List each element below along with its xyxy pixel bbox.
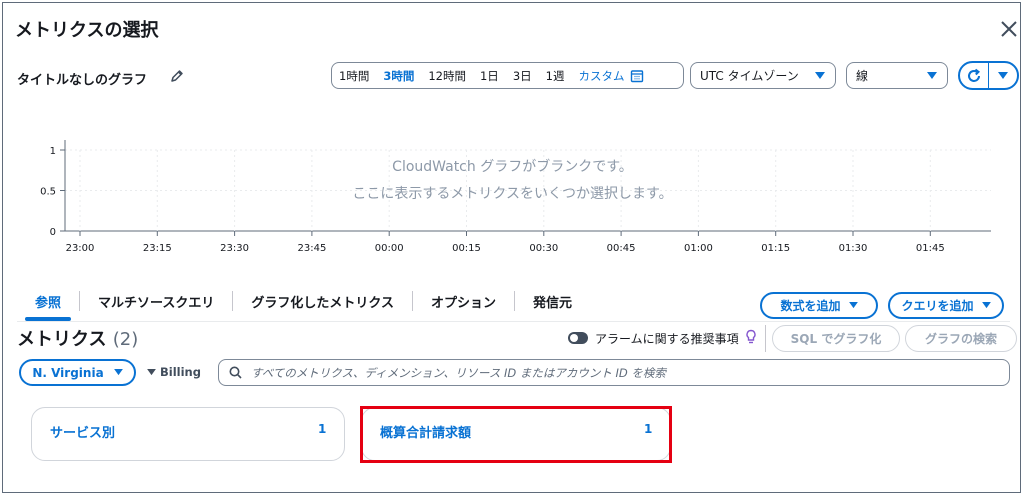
highlight-annotation <box>360 406 672 463</box>
chart-type-value: 線 <box>856 69 869 83</box>
x-tick-label: 00:15 <box>452 243 481 254</box>
empty-chart-hint: ここに表示するメトリクスをいくつか選択します。 <box>352 186 673 202</box>
x-tick-label: 00:00 <box>375 243 404 254</box>
alarm-recommendations-toggle[interactable] <box>568 332 588 344</box>
graph-search-button[interactable]: グラフの検索 <box>905 325 1017 352</box>
metric-card-count: 1 <box>318 422 327 436</box>
close-icon[interactable] <box>998 18 1020 40</box>
modal-title: メトリクスの選択 <box>15 20 159 41</box>
timezone-select[interactable]: UTC タイムゾーン <box>690 62 836 89</box>
pencil-icon[interactable] <box>170 69 184 83</box>
tab-source[interactable]: 発信元 <box>515 281 590 321</box>
alarm-recommendations-label: アラームに関する推奨事項 <box>595 332 739 346</box>
x-tick-label: 23:45 <box>297 243 326 254</box>
timezone-value: UTC タイムゾーン <box>700 69 799 83</box>
refresh-interval-dropdown[interactable] <box>989 63 1017 88</box>
chart-type-select[interactable]: 線 <box>846 62 948 89</box>
toolbar-divider <box>765 325 766 352</box>
metrics-count: (2) <box>112 329 139 350</box>
time-range-selector: 1時間 3時間 12時間 1日 3日 1週 カスタム <box>331 62 684 89</box>
metrics-heading: メトリクス (2) <box>17 325 138 351</box>
calendar-icon[interactable] <box>630 69 644 83</box>
metric-card-label: サービス別 <box>50 426 116 441</box>
x-tick-label: 01:30 <box>839 243 868 254</box>
x-tick-label: 23:30 <box>220 243 249 254</box>
caret-down-icon <box>848 302 858 309</box>
refresh-button-group <box>958 61 1019 90</box>
metrics-heading-text: メトリクス <box>17 329 107 350</box>
tabs-divider <box>17 321 1010 322</box>
metrics-modal: メトリクスの選択 タイトルなしのグラフ 1時間 3時間 12時間 1日 3日 1… <box>2 2 1021 493</box>
caret-down-icon <box>927 72 937 79</box>
breadcrumb-label: Billing <box>160 365 201 379</box>
time-range-1h[interactable]: 1時間 <box>332 68 376 84</box>
search-icon <box>229 366 242 379</box>
metrics-search <box>218 359 1010 386</box>
x-tick-label: 00:30 <box>529 243 558 254</box>
graph-title: タイトルなしのグラフ <box>17 73 148 88</box>
time-range-custom[interactable]: カスタム <box>571 68 628 84</box>
lightbulb-icon <box>746 329 756 344</box>
metrics-tabs: 参照 マルチソースクエリ グラフ化したメトリクス オプション 発信元 <box>17 281 590 321</box>
caret-down-icon <box>815 72 825 79</box>
y-tick-label: 0 <box>50 227 56 238</box>
x-tick-label: 01:00 <box>684 243 713 254</box>
refresh-icon <box>968 68 981 82</box>
add-math-label: 数式を追加 <box>780 299 841 313</box>
breadcrumb-billing[interactable]: Billing <box>147 365 201 379</box>
add-math-button[interactable]: 数式を追加 <box>760 292 878 319</box>
x-tick-label: 01:15 <box>761 243 790 254</box>
tab-browse[interactable]: 参照 <box>17 281 79 321</box>
time-range-12h[interactable]: 12時間 <box>421 68 473 84</box>
empty-chart-message: CloudWatch グラフがブランクです。 <box>392 159 633 175</box>
caret-down-icon <box>981 302 991 309</box>
metric-card-by-service[interactable]: サービス別 1 <box>31 407 345 461</box>
time-range-1w[interactable]: 1週 <box>539 68 572 84</box>
x-tick-label: 23:00 <box>66 243 95 254</box>
add-query-button[interactable]: クエリを追加 <box>888 292 1004 319</box>
metrics-search-input[interactable] <box>251 365 991 380</box>
time-range-3h[interactable]: 3時間 <box>376 68 421 84</box>
x-tick-label: 23:15 <box>143 243 172 254</box>
region-value: N. Virginia <box>32 365 104 380</box>
tab-options[interactable]: オプション <box>413 281 514 321</box>
time-range-1d[interactable]: 1日 <box>473 68 506 84</box>
add-query-label: クエリを追加 <box>901 299 974 313</box>
tab-multi-source-query[interactable]: マルチソースクエリ <box>80 281 232 321</box>
refresh-button[interactable] <box>960 63 988 88</box>
region-selector[interactable]: N. Virginia <box>19 359 136 386</box>
caret-down-icon <box>998 71 1008 79</box>
sql-graph-button[interactable]: SQL でグラフ化 <box>772 325 900 352</box>
time-range-3d[interactable]: 3日 <box>506 68 539 84</box>
tab-graphed-metrics[interactable]: グラフ化したメトリクス <box>233 281 412 321</box>
x-tick-label: 00:45 <box>607 243 636 254</box>
caret-down-icon <box>147 368 156 375</box>
x-tick-label: 01:45 <box>916 243 945 254</box>
caret-down-icon <box>113 369 123 376</box>
